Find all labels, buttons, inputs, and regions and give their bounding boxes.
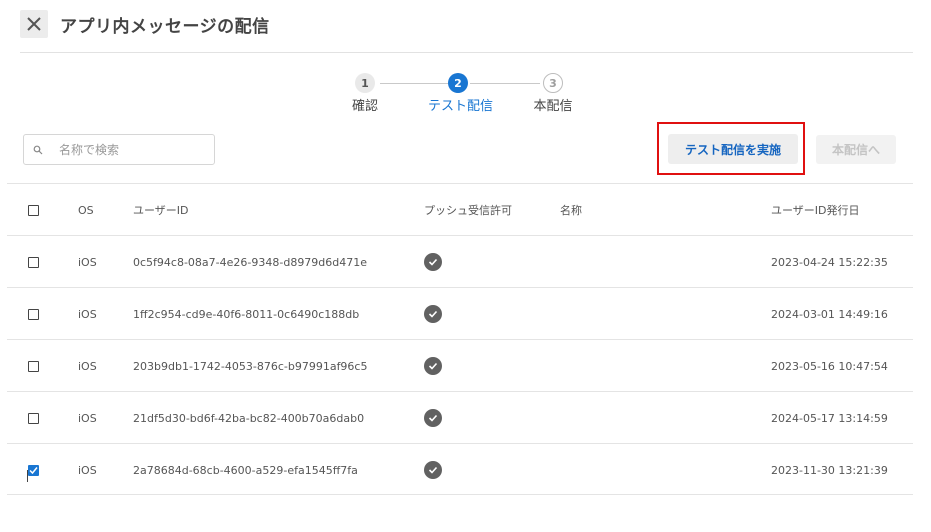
table-row[interactable]: iOS 21df5d30-bd6f-42ba-bc82-400b70a6dab0 2… [7,391,913,443]
page-header: アプリ内メッセージの配信 [0,0,931,54]
column-header-os[interactable]: OS [78,184,94,236]
row-select-cell [28,392,39,444]
os-cell: iOS [78,255,97,269]
page-title: アプリ内メッセージの配信 [60,17,270,37]
text-cursor [27,470,28,482]
user-table: OS ユーザーID プッシュ受信許可 名称 ユーザーID発行日 iOS 0c5f9… [7,183,913,495]
row-checkbox[interactable] [28,256,39,268]
test-delivery-button[interactable]: テスト配信を実施 [668,134,798,164]
search-input[interactable] [59,142,209,157]
table-header-row: OS ユーザーID プッシュ受信許可 名称 ユーザーID発行日 [7,183,913,235]
table-row[interactable]: iOS 203b9db1-1742-4053-876c-b97991af96c5 2… [7,339,913,391]
release-button[interactable]: 本配信へ [816,135,896,164]
step-label: 本配信 [533,99,573,114]
issued-date-cell: 2023-11-30 13:21:39 [771,463,888,477]
close-icon [27,17,41,31]
issued-date-cell: 2023-05-16 10:47:54 [771,359,888,373]
header-divider [20,52,913,53]
os-cell: iOS [78,307,97,321]
column-header-push[interactable]: プッシュ受信許可 [424,184,512,236]
checkmark-icon [29,466,38,474]
os-cell: iOS [78,463,97,477]
row-select-cell [28,444,39,496]
push-cell [424,236,442,288]
issued-date-cell: 2023-04-24 15:22:35 [771,255,888,269]
close-button[interactable] [20,10,48,38]
issued-date-cell: 2024-03-01 14:49:16 [771,307,888,321]
push-cell [424,392,442,444]
select-all-checkbox[interactable] [28,204,39,216]
row-checkbox[interactable] [28,412,39,424]
column-header-name[interactable]: 名称 [560,184,582,236]
check-circle-icon [424,305,442,323]
column-header-issued[interactable]: ユーザーID発行日 [771,184,860,236]
os-cell: iOS [78,411,97,425]
search-box[interactable] [23,134,215,165]
stepper: 1 確認 2 テスト配信 3 本配信 [340,72,590,114]
step-confirm: 1 確認 [335,72,395,114]
table-body: iOS 0c5f94c8-08a7-4e26-9348-d8979d6d471e 2… [7,235,913,495]
check-circle-icon [424,461,442,479]
os-cell: iOS [78,359,97,373]
user-id-cell: 2a78684d-68cb-4600-a529-efa1545ff7fa [133,463,358,477]
step-label: 確認 [351,99,378,114]
user-id-cell: 1ff2c954-cd9e-40f6-8011-0c6490c188db [133,307,360,321]
user-id-cell: 21df5d30-bd6f-42ba-bc82-400b70a6dab0 [133,411,365,425]
check-circle-icon [424,357,442,375]
search-icon [33,145,43,154]
row-select-cell [28,288,39,340]
row-checkbox[interactable] [28,308,39,320]
row-checkbox[interactable] [28,464,39,476]
table-row[interactable]: iOS 0c5f94c8-08a7-4e26-9348-d8979d6d471e 2… [7,235,913,287]
push-cell [424,288,442,340]
check-circle-icon [424,409,442,427]
row-select-cell [28,340,39,392]
push-cell [424,444,442,496]
row-select-cell [28,236,39,288]
step-number: 1 [355,73,375,93]
check-circle-icon [424,253,442,271]
row-checkbox[interactable] [28,360,39,372]
push-cell [424,340,442,392]
issued-date-cell: 2024-05-17 13:14:59 [771,411,888,425]
step-number: 2 [448,73,468,93]
step-release: 3 本配信 [523,72,583,114]
step-label: テスト配信 [428,99,494,114]
step-test-delivery: 2 テスト配信 [428,72,494,114]
column-header-user-id[interactable]: ユーザーID [133,184,189,236]
user-id-cell: 203b9db1-1742-4053-876c-b97991af96c5 [133,359,368,373]
user-id-cell: 0c5f94c8-08a7-4e26-9348-d8979d6d471e [133,255,368,269]
table-row[interactable]: iOS 2a78684d-68cb-4600-a529-efa1545ff7fa 2… [7,443,913,495]
table-row[interactable]: iOS 1ff2c954-cd9e-40f6-8011-0c6490c188db 2… [7,287,913,339]
step-number: 3 [543,73,563,93]
select-all-cell [28,184,39,236]
